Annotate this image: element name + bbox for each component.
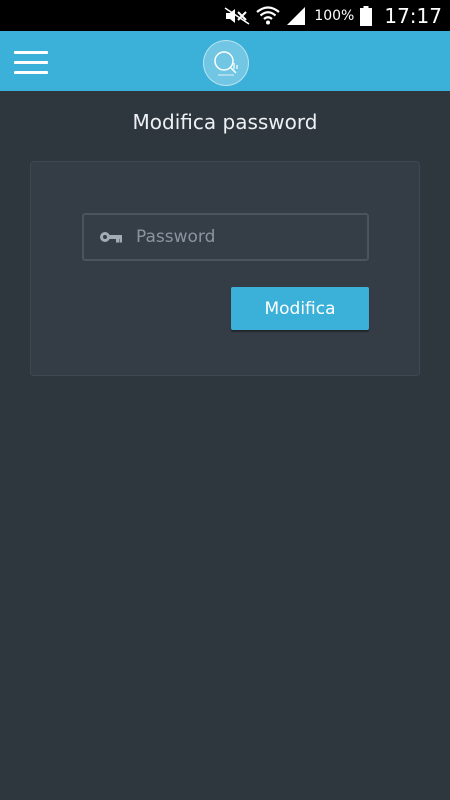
hamburger-menu-icon[interactable] — [14, 51, 48, 75]
app-bar — [0, 31, 450, 91]
battery-percent: 100% — [314, 7, 355, 24]
app-logo-icon — [203, 40, 249, 86]
modifica-button[interactable]: Modifica — [231, 287, 369, 330]
clock: 17:17 — [384, 3, 442, 28]
page-title: Modifica password — [132, 110, 318, 134]
wifi-icon — [256, 5, 281, 24]
battery-icon — [360, 5, 373, 26]
signal-icon — [287, 6, 306, 25]
key-icon — [100, 232, 122, 243]
password-field[interactable] — [82, 213, 369, 261]
change-password-card: Modifica — [30, 161, 420, 376]
status-bar: 100% 17:17 — [0, 0, 450, 31]
password-input[interactable] — [136, 215, 367, 259]
mute-icon — [224, 6, 250, 25]
